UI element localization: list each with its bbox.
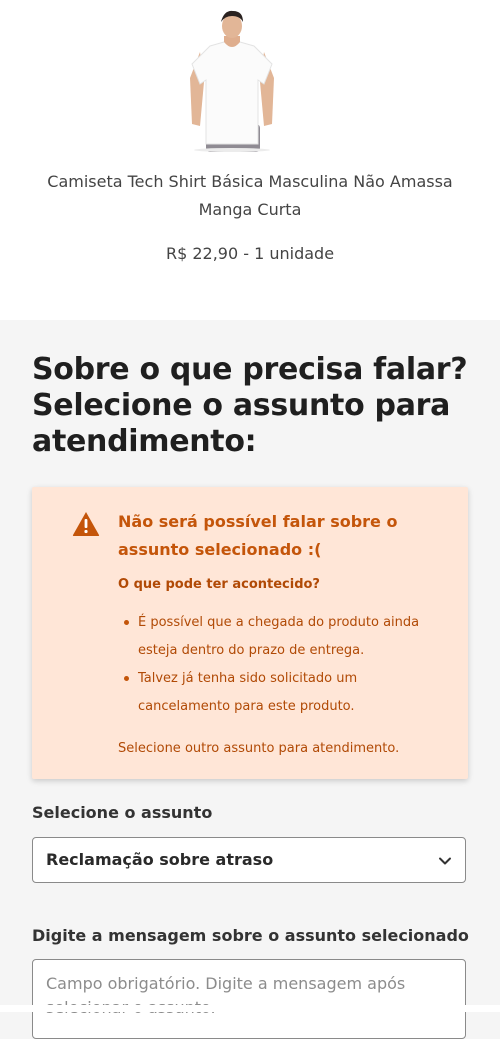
list-item: Talvez já tenha sido solicitado um cance… [118,665,438,721]
alert-title: Não será possível falar sobre o assunto … [118,512,398,559]
subject-label: Selecione o assunto [32,803,213,822]
reason-text: É possível que a chegada do produto aind… [138,615,420,658]
warning-icon [72,512,100,536]
product-price: R$ 22,90 - 1 unidade [165,244,335,263]
bullet-icon [124,620,129,625]
bottom-edge [0,1005,500,1012]
product-image [190,10,274,152]
page-title: Sobre o que precisa falar? Selecione o a… [32,352,468,459]
warning-alert: Não será possível falar sobre o assunto … [32,487,468,779]
alert-footer: Selecione outro assunto para atendimento… [118,741,400,756]
product-card: Camiseta Tech Shirt Básica Masculina Não… [0,0,500,320]
chevron-down-icon[interactable] [437,853,453,869]
subject-select[interactable]: Reclamação sobre atraso [32,837,466,883]
subject-selected-value: Reclamação sobre atraso [46,850,274,869]
alert-subtitle: O que pode ter acontecido? [118,577,320,592]
reason-text: Talvez já tenha sido solicitado um cance… [138,671,358,714]
bullet-icon [124,676,129,681]
alert-reasons-list: É possível que a chegada do produto aind… [118,609,438,721]
message-textarea[interactable] [32,959,466,1039]
product-name: Camiseta Tech Shirt Básica Masculina Não… [47,172,453,219]
message-label: Digite a mensagem sobre o assunto seleci… [32,926,469,945]
list-item: É possível que a chegada do produto aind… [118,609,438,665]
